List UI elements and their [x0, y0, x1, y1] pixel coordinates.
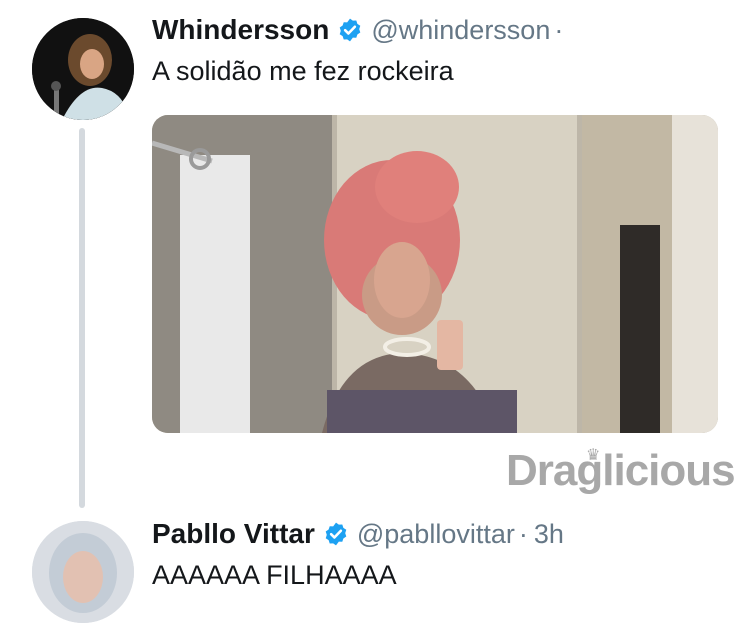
tweet-text: A solidão me fez rockeira: [152, 56, 454, 86]
user-handle[interactable]: @pabllovittar: [357, 519, 515, 550]
user-handle[interactable]: @whindersson: [371, 15, 550, 46]
separator-dot: ·: [554, 14, 564, 45]
thread-connector-line: [79, 128, 85, 508]
separator-dot: ·: [518, 518, 528, 549]
watermark-logo: Draglicious: [506, 446, 736, 495]
verified-badge-icon: [325, 522, 347, 546]
tweet-header: Whindersson @whindersson ·: [152, 14, 563, 46]
avatar-pabllo-vittar[interactable]: [32, 521, 134, 623]
tweet-text: AAAAAA FILHAAAA: [152, 560, 397, 590]
verified-badge-icon: [340, 18, 361, 42]
tweet-photo[interactable]: [152, 115, 718, 433]
display-name[interactable]: Pabllo Vittar: [152, 518, 315, 550]
display-name[interactable]: Whindersson: [152, 14, 329, 46]
avatar-whindersson[interactable]: [32, 18, 134, 120]
tweet-timestamp[interactable]: 3h: [534, 519, 564, 550]
tweet-header: Pabllo Vittar @pabllovittar · 3h: [152, 518, 564, 550]
crown-icon: ♛: [586, 447, 601, 464]
